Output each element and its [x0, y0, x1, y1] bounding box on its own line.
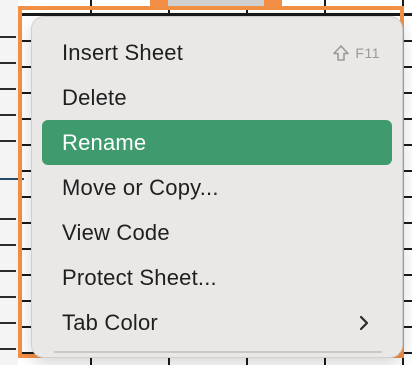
keyboard-shortcut: F11	[332, 30, 380, 75]
row-tick	[0, 270, 16, 272]
menu-item-label: Insert Sheet	[62, 39, 184, 65]
row-tick	[0, 114, 16, 116]
menu-item-delete[interactable]: Delete	[42, 75, 392, 120]
row-tick	[0, 296, 16, 298]
menu-item-label: Protect Sheet...	[62, 264, 217, 290]
row-tick	[0, 140, 16, 142]
shortcut-key: F11	[355, 44, 380, 61]
row-tick	[0, 36, 16, 38]
row-tick	[0, 322, 16, 324]
menu-item-rename[interactable]: Rename	[42, 120, 392, 165]
menu-item-move-or-copy[interactable]: Move or Copy...	[42, 165, 392, 210]
menu-item-tab-color[interactable]: Tab Color	[42, 300, 392, 345]
row-tick	[0, 244, 16, 246]
menu-item-label: Delete	[62, 84, 127, 110]
menu-item-label: View Code	[62, 219, 170, 245]
row-tick	[0, 88, 16, 90]
chevron-right-icon	[358, 300, 370, 345]
sheet-context-menu: Insert Sheet F11 Delete Rename Move or C…	[32, 17, 402, 357]
menu-item-label: Rename	[62, 129, 147, 155]
menu-item-insert-sheet[interactable]: Insert Sheet F11	[42, 30, 392, 75]
menu-item-label: Move or Copy...	[62, 174, 219, 200]
row-tick	[0, 348, 16, 350]
menu-item-label: Tab Color	[62, 309, 158, 335]
left-margin-strip	[0, 0, 18, 365]
row-tick	[0, 218, 16, 220]
shift-icon	[333, 44, 350, 61]
row-tick	[0, 62, 16, 64]
screenshot-stage: Insert Sheet F11 Delete Rename Move or C…	[0, 0, 412, 365]
menu-item-view-code[interactable]: View Code	[42, 210, 392, 255]
menu-item-protect-sheet[interactable]: Protect Sheet...	[42, 255, 392, 300]
menu-separator	[54, 351, 382, 353]
